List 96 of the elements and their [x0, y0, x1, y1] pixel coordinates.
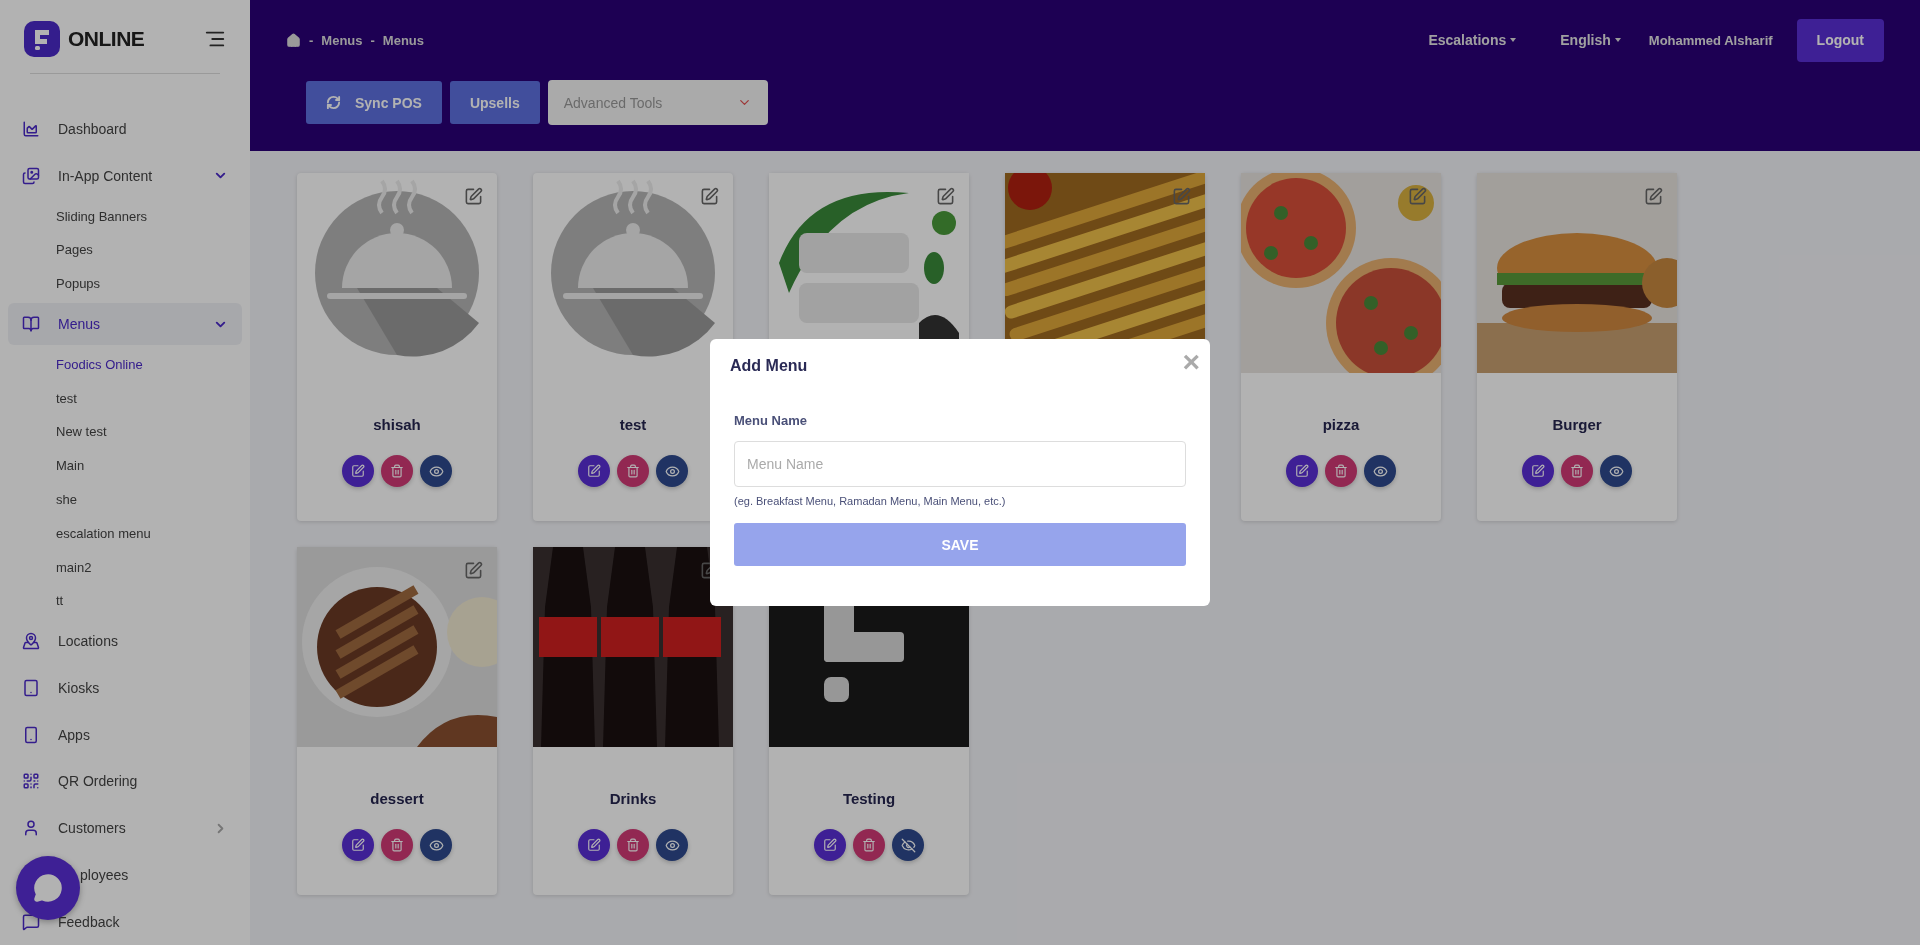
breadcrumb-separator: -	[370, 32, 375, 48]
header-dropdown[interactable]: English	[1560, 32, 1621, 48]
edit-icon	[351, 464, 365, 478]
edit-icon	[351, 838, 365, 852]
eye-icon	[1608, 463, 1624, 479]
sidebar-item[interactable]: Dashboard	[8, 107, 242, 151]
show-button[interactable]	[420, 829, 452, 861]
edit-icon	[1295, 464, 1309, 478]
show-button[interactable]	[1364, 455, 1396, 487]
sidebar-item[interactable]: Apps	[8, 713, 242, 757]
sidebar-subitem[interactable]: Main	[0, 448, 250, 483]
sidebar-item[interactable]: Customers	[8, 806, 242, 850]
logout-button[interactable]: Logout	[1796, 18, 1884, 62]
trash-icon	[626, 464, 640, 478]
header-dropdown[interactable]: Escalations	[1428, 32, 1517, 48]
sidebar-item[interactable]: Menus	[8, 302, 242, 346]
nav-icon	[22, 166, 40, 185]
sidebar-subitem[interactable]: she	[0, 482, 250, 517]
refresh-icon	[326, 95, 341, 110]
sidebar-subitem[interactable]: New test	[0, 415, 250, 449]
trash-icon	[1570, 464, 1584, 478]
eye-off-icon	[900, 837, 916, 853]
eye-icon	[664, 463, 680, 479]
edit-button[interactable]	[814, 829, 846, 861]
show-button[interactable]	[656, 829, 688, 861]
edit-button[interactable]	[342, 455, 374, 487]
eye-icon	[1372, 463, 1388, 479]
breadcrumb-link[interactable]: Menus	[321, 32, 363, 48]
nav-icon	[22, 632, 40, 651]
breadcrumb-separator: -	[309, 32, 314, 48]
sidebar-subitem[interactable]: escalation menu	[0, 516, 250, 551]
nav-icon	[22, 725, 40, 744]
logo-text: ONLINE	[68, 26, 145, 51]
menu-name: shisah	[373, 416, 421, 433]
user-name: Mohammed Alsharif	[1648, 32, 1773, 48]
edit-button[interactable]	[578, 829, 610, 861]
nav-icon	[22, 120, 40, 139]
delete-button[interactable]	[617, 455, 649, 487]
sync-button[interactable]: Sync POS	[306, 81, 442, 124]
sidebar-item[interactable]: Kiosks	[8, 666, 242, 710]
menu-name: Burger	[1552, 416, 1602, 433]
nav-icon	[22, 315, 40, 334]
menu-name: test	[619, 416, 647, 433]
field-label: Menu Name	[734, 413, 808, 428]
eye-icon	[664, 837, 680, 853]
delete-button[interactable]	[617, 829, 649, 861]
show-button[interactable]	[1600, 455, 1632, 487]
menu-name-field[interactable]: Menu Name	[734, 441, 1186, 487]
trash-icon	[390, 464, 404, 478]
delete-button[interactable]	[1561, 455, 1593, 487]
eye-icon	[428, 463, 444, 479]
sidebar-subitem[interactable]: test	[0, 381, 250, 415]
toolbar-button[interactable]: Upsells	[449, 81, 540, 124]
menu-name: Testing	[842, 790, 896, 807]
sidebar-subitem[interactable]: Popups	[0, 266, 250, 301]
delete-button[interactable]	[853, 829, 885, 861]
logo-icon	[24, 20, 60, 57]
help-text: (eg. Breakfast Menu, Ramadan Menu, Main Menu, etc.)	[734, 495, 1007, 507]
sidebar-subitem[interactable]: tt	[0, 584, 250, 618]
edit-button[interactable]	[342, 829, 374, 861]
sidebar-item[interactable]: ployees	[8, 853, 242, 897]
sidebar-item[interactable]: In-App Content	[8, 154, 242, 198]
sidebar-subitem[interactable]: Pages	[0, 233, 250, 267]
nav-icon	[22, 678, 40, 697]
delete-button[interactable]	[381, 829, 413, 861]
edit-icon	[587, 464, 601, 478]
edit-icon	[823, 838, 837, 852]
trash-icon	[1334, 464, 1348, 478]
menu-name: pizza	[1322, 416, 1360, 433]
eye-icon	[428, 837, 444, 853]
hide-button[interactable]	[892, 829, 924, 861]
edit-button[interactable]	[1286, 455, 1318, 487]
menu-name: dessert	[370, 790, 424, 807]
dialog-title: Add Menu	[730, 357, 809, 375]
nav-icon	[22, 772, 40, 791]
edit-icon	[1531, 464, 1545, 478]
nav-icon	[22, 819, 40, 838]
home-icon[interactable]	[286, 32, 301, 48]
sidebar-subitem[interactable]: Sliding Banners	[0, 199, 250, 234]
sidebar-subitem[interactable]: Foodics Online	[0, 347, 250, 382]
show-button[interactable]	[420, 455, 452, 487]
delete-button[interactable]	[381, 455, 413, 487]
trash-icon	[862, 838, 876, 852]
trash-icon	[390, 838, 404, 852]
edit-icon	[587, 838, 601, 852]
edit-button[interactable]	[578, 455, 610, 487]
chat-icon	[33, 873, 63, 903]
sidebar-item[interactable]: Locations	[8, 619, 242, 663]
sidebar-subitem[interactable]: main2	[0, 550, 250, 584]
edit-button[interactable]	[1522, 455, 1554, 487]
delete-button[interactable]	[1325, 455, 1357, 487]
menu-name: Drinks	[609, 790, 657, 807]
sidebar-item[interactable]: QR Ordering	[8, 760, 242, 803]
breadcrumb-link[interactable]: Menus	[382, 32, 425, 48]
trash-icon	[626, 838, 640, 852]
show-button[interactable]	[656, 455, 688, 487]
